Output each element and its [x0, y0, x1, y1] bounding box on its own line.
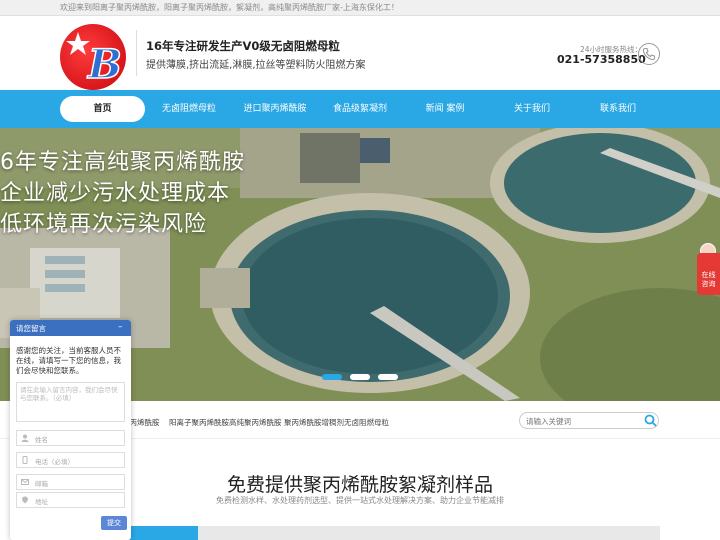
- top-welcome-bar: 欢迎来到阳离子聚丙烯酰胺，阳离子聚丙烯酰胺，絮凝剂，高纯聚丙烯酰胺厂家-上海东保…: [0, 0, 720, 16]
- header-divider: [136, 30, 137, 76]
- chat-phone-field[interactable]: 电话（必填）: [16, 452, 125, 468]
- chat-message-widget: 请您留言 – 感谢您的关注，当前客服人员不在线，请填写一下您的信息，我们会尽快和…: [10, 320, 131, 540]
- chat-email-placeholder: 邮箱: [35, 480, 48, 488]
- phone-small-icon: [22, 456, 28, 464]
- chat-address-field[interactable]: 地址: [16, 492, 125, 508]
- hotline-number: 021-57358850: [557, 53, 646, 66]
- chat-address-placeholder: 地址: [35, 498, 48, 506]
- search-input[interactable]: [526, 415, 636, 427]
- nav-about[interactable]: 关于我们: [505, 90, 559, 128]
- minimize-icon[interactable]: –: [118, 322, 123, 332]
- nav-food-flocculant[interactable]: 食品级絮凝剂: [326, 90, 394, 128]
- chat-phone-placeholder: 电话（必填）: [35, 458, 74, 466]
- user-icon: [21, 434, 29, 442]
- search-icon[interactable]: [644, 414, 657, 427]
- keyword-link[interactable]: 聚丙烯酰胺增稠剂: [284, 417, 344, 428]
- welcome-text: 欢迎来到阳离子聚丙烯酰胺，阳离子聚丙烯酰胺，絮凝剂，高纯聚丙烯酰胺厂家-上海东保…: [60, 3, 399, 12]
- chat-name-field[interactable]: 姓名: [16, 430, 125, 446]
- nav-imported-pam[interactable]: 进口聚丙烯酰胺: [236, 90, 314, 128]
- chat-notice: 感谢您的关注，当前客服人员不在线，请填写一下您的信息，我们会尽快和您联系。: [16, 346, 121, 375]
- nav-flame-retardant[interactable]: 无卤阻燃母粒: [153, 90, 225, 128]
- phone-icon: [638, 43, 660, 65]
- keyword-link[interactable]: 阳离子聚丙烯酰胺: [169, 417, 229, 428]
- svg-text:B: B: [87, 41, 122, 88]
- chat-submit-button[interactable]: 提交: [101, 516, 127, 530]
- banner-line-3: 低环境再次污染风险: [0, 212, 208, 237]
- header-slogan: 16年专注研发生产V0级无卤阻燃母粒: [146, 39, 340, 53]
- carousel-dot-3[interactable]: [378, 374, 398, 380]
- location-icon: [22, 496, 28, 504]
- chat-email-field[interactable]: 邮箱: [16, 474, 125, 490]
- keyword-link[interactable]: 无卤阻燃母粒: [344, 417, 389, 428]
- carousel-dot-2[interactable]: [350, 374, 370, 380]
- chat-title: 请您留言: [16, 324, 46, 333]
- brand-logo[interactable]: B: [60, 24, 126, 90]
- nav-home[interactable]: 首页: [60, 96, 145, 122]
- nav-news-cases[interactable]: 新闻 案例: [418, 90, 472, 128]
- online-consult-tab[interactable]: 在线咨询: [697, 253, 720, 295]
- header-subslogan: 提供薄膜,挤出流延,淋膜,拉丝等塑料防火阻燃方案: [146, 60, 366, 71]
- chat-message-textarea[interactable]: 请在此输入留言内容，我们会尽快与您联系。（必填）: [16, 382, 125, 422]
- keyword-link[interactable]: 高纯聚丙烯酰胺: [229, 417, 282, 428]
- section-strip: [118, 526, 660, 540]
- online-consult-label: 在线咨询: [701, 271, 716, 288]
- chat-name-placeholder: 姓名: [35, 436, 48, 444]
- search-box: [519, 412, 659, 429]
- main-nav: 首页 无卤阻燃母粒 进口聚丙烯酰胺 食品级絮凝剂 新闻 案例 关于我们 联系我们: [0, 90, 720, 128]
- banner-line-1: 6年专注高纯聚丙烯酰胺: [0, 150, 245, 175]
- chat-header: 请您留言 –: [10, 320, 131, 336]
- carousel-dot-1[interactable]: [322, 374, 342, 380]
- nav-contact[interactable]: 联系我们: [591, 90, 645, 128]
- site-header: B 16年专注研发生产V0级无卤阻燃母粒 提供薄膜,挤出流延,淋膜,拉丝等塑料防…: [0, 16, 720, 90]
- banner-line-2: 企业减少污水处理成本: [0, 181, 231, 206]
- mail-icon: [21, 479, 29, 485]
